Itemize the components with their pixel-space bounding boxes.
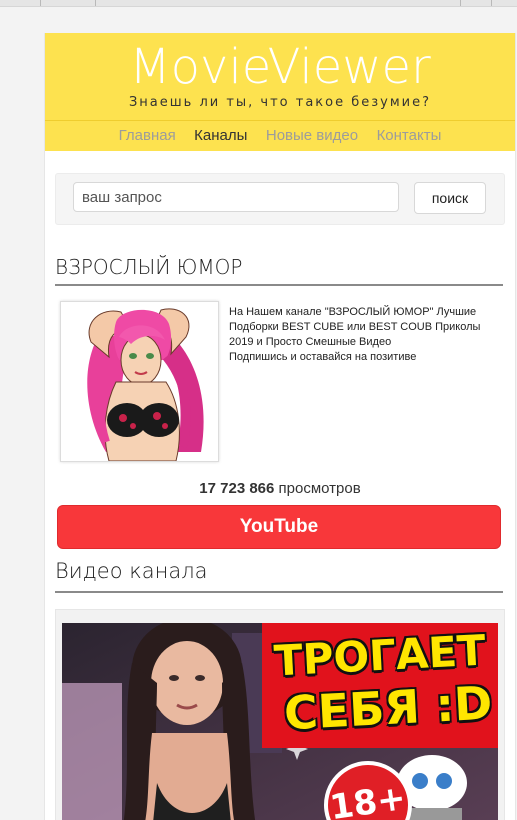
views-count: 17 723 866 — [199, 480, 275, 497]
search-button[interactable]: поиск — [414, 182, 486, 214]
channel-avatar[interactable] — [60, 301, 219, 462]
views-label: просмотров — [278, 480, 361, 497]
strip-divider — [460, 0, 461, 6]
youtube-button[interactable]: YouTube — [57, 505, 501, 549]
strip-divider — [95, 0, 96, 6]
videos-section-title: Видео канала — [55, 559, 503, 593]
site-logo[interactable]: MovieViewer — [45, 39, 515, 95]
video-card[interactable]: ТРОГАЕТ СЕБЯ :D 18+ — [55, 609, 505, 820]
channel-description-text: На Нашем канале "ВЗРОСЛЫЙ ЮМОР" Лучшие П… — [229, 306, 481, 348]
channel-description-cta: Подпишись и оставайся на позитиве — [229, 351, 417, 363]
strip-divider — [491, 0, 492, 6]
channel-views: 17 723 866 просмотров — [45, 480, 515, 497]
channel-avatar-illustration — [61, 302, 218, 461]
site-header: MovieViewer Знаешь ли ты, что такое безу… — [45, 33, 515, 120]
strip-divider — [40, 0, 41, 6]
video-overlay-line1: ТРОГАЕТ — [272, 625, 487, 686]
search-input[interactable] — [73, 182, 399, 212]
channel-title: ВЗРОСЛЫЙ ЮМОР — [55, 255, 503, 286]
nav-item-home[interactable]: Главная — [119, 127, 176, 144]
nav-item-contacts[interactable]: Контакты — [377, 127, 442, 144]
page-container: MovieViewer Знаешь ли ты, что такое безу… — [44, 33, 516, 820]
channel-description: На Нашем канале "ВЗРОСЛЫЙ ЮМОР" Лучшие П… — [229, 305, 504, 365]
search-panel: поиск — [55, 173, 505, 225]
site-tagline: Знаешь ли ты, что такое безумие? — [128, 95, 432, 110]
browser-top-strip — [0, 0, 517, 7]
video-thumbnail[interactable]: ТРОГАЕТ СЕБЯ :D 18+ — [62, 623, 498, 820]
nav-item-channels[interactable]: Каналы — [194, 127, 247, 144]
video-overlay-line2: СЕБЯ :D — [282, 675, 494, 741]
nav-item-new-videos[interactable]: Новые видео — [266, 127, 358, 144]
main-nav: Главная Каналы Новые видео Контакты — [45, 120, 515, 151]
